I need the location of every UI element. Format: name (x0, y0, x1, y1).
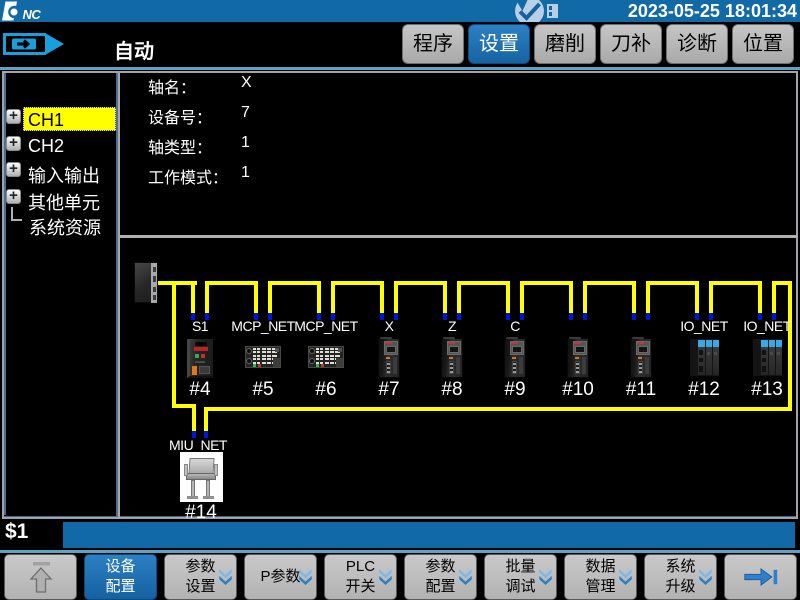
svg-text:NC: NC (23, 7, 42, 22)
